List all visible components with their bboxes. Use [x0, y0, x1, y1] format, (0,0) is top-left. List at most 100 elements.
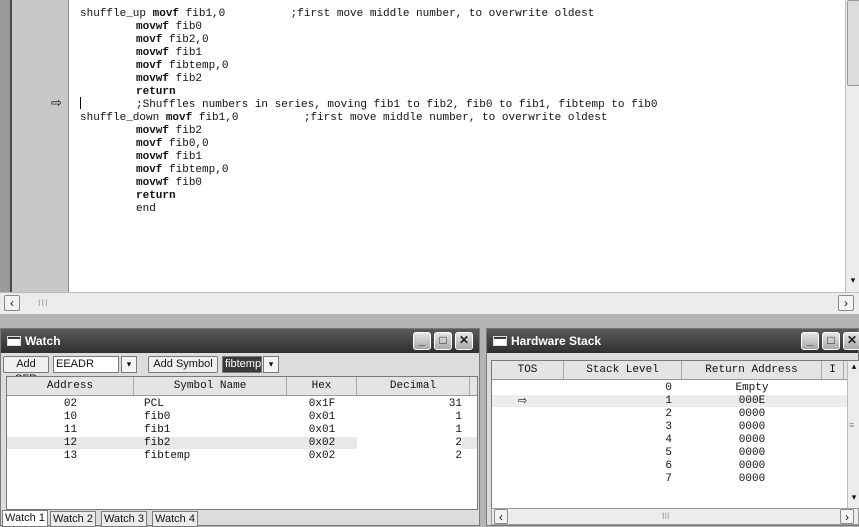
- cell-stack-level: 2: [665, 408, 672, 420]
- watch-title-bar[interactable]: Watch _ □ ✕: [1, 329, 479, 353]
- editor-vertical-scrollbar[interactable]: ▾: [845, 0, 859, 292]
- code-operands: fib0: [175, 21, 203, 33]
- code-opcode: movwf: [136, 73, 170, 85]
- scroll-up-icon[interactable]: ▴: [848, 362, 859, 374]
- sfr-dropdown-icon[interactable]: ▾: [121, 356, 137, 373]
- column-address[interactable]: Address: [7, 377, 134, 395]
- code-line[interactable]: ;Shuffles numbers in series, moving fib1…: [80, 99, 658, 111]
- code-line[interactable]: movwf fib2: [80, 73, 202, 85]
- code-operands: fib0,0: [169, 138, 209, 150]
- scroll-grip-icon[interactable]: ≡: [849, 421, 854, 431]
- scroll-left-icon[interactable]: ‹: [494, 509, 508, 524]
- tab-watch-3[interactable]: Watch 3: [101, 511, 147, 527]
- table-row[interactable]: 5 0000: [492, 447, 847, 459]
- scroll-right-icon[interactable]: ›: [840, 509, 854, 524]
- code-opcode: movf: [136, 34, 163, 46]
- cell-symbol: PCL: [144, 398, 164, 410]
- editor-horizontal-scrollbar[interactable]: ‹ III ›: [0, 292, 859, 314]
- column-decimal[interactable]: Decimal: [357, 377, 470, 395]
- code-line[interactable]: return: [80, 86, 182, 98]
- cell-stack-level: 6: [665, 460, 672, 472]
- table-row[interactable]: ⇨ 1 000E: [492, 395, 847, 407]
- code-opcode: return: [136, 190, 176, 202]
- scroll-left-icon[interactable]: ‹: [4, 295, 20, 311]
- scroll-right-icon[interactable]: ›: [838, 295, 854, 311]
- watch-table[interactable]: Address Symbol Name Hex Decimal 02 PCL 0x1…: [6, 376, 478, 510]
- maximize-button[interactable]: □: [434, 332, 452, 350]
- editor-gutter[interactable]: [12, 0, 69, 292]
- table-row[interactable]: 10 fib0 0x01 1: [7, 411, 477, 423]
- cell-hex: 0x01: [308, 411, 336, 423]
- code-line[interactable]: movwf fib2: [80, 125, 202, 137]
- code-line[interactable]: movf fibtemp,0: [80, 60, 228, 72]
- code-line[interactable]: movwf fib0: [80, 21, 202, 33]
- table-row[interactable]: 11 fib1 0x01 1: [7, 424, 477, 436]
- code-line[interactable]: movwf fib0: [80, 177, 202, 189]
- cell-return-address: 0000: [738, 408, 766, 420]
- code-editor[interactable]: ⇨ shuffle_up movf fib1,0 ;first move midd…: [0, 0, 859, 314]
- vertical-scroll-thumb[interactable]: [847, 0, 859, 86]
- table-row[interactable]: 0 Empty: [492, 382, 847, 394]
- close-button[interactable]: ✕: [843, 332, 859, 350]
- column-hex[interactable]: Hex: [287, 377, 357, 395]
- column-tos[interactable]: TOS: [492, 361, 564, 379]
- tab-watch-1[interactable]: Watch 1: [2, 510, 48, 527]
- editor-frame-edge: [0, 0, 10, 292]
- scroll-grip-icon[interactable]: III: [662, 511, 670, 521]
- code-operands: fib1: [175, 151, 203, 163]
- table-row[interactable]: 3 0000: [492, 421, 847, 433]
- stack-vertical-scrollbar[interactable]: ▴ ≡ ▾: [847, 361, 859, 508]
- code-line[interactable]: shuffle_up movf fib1,0 ;first move middle…: [80, 8, 594, 20]
- column-symbol-name[interactable]: Symbol Name: [134, 377, 287, 395]
- table-row[interactable]: 2 0000: [492, 408, 847, 420]
- cell-symbol: fib0: [144, 411, 171, 423]
- symbol-dropdown-icon[interactable]: ▾: [263, 356, 279, 373]
- cell-address: 02: [63, 398, 78, 410]
- code-operands: end: [136, 203, 156, 215]
- code-operands: fib1: [175, 47, 203, 59]
- tab-watch-2[interactable]: Watch 2: [50, 511, 96, 527]
- stack-horizontal-scrollbar[interactable]: ‹ III ›: [491, 508, 859, 525]
- cell-symbol: fib1: [144, 424, 171, 436]
- code-line[interactable]: movf fibtemp,0: [80, 164, 228, 176]
- code-line[interactable]: shuffle_down movf fib1,0 ;first move midd…: [80, 112, 608, 124]
- column-stack-level[interactable]: Stack Level: [564, 361, 682, 379]
- cell-return-address: 0000: [738, 447, 766, 459]
- column-more[interactable]: I: [822, 361, 844, 379]
- table-row[interactable]: 4 0000: [492, 434, 847, 446]
- code-line[interactable]: movwf fib1: [80, 47, 202, 59]
- add-symbol-button[interactable]: Add Symbol: [148, 356, 218, 373]
- code-line[interactable]: movf fib0,0: [80, 138, 209, 150]
- table-row[interactable]: 13 fibtemp 0x02 2: [7, 450, 477, 462]
- code-line[interactable]: end: [80, 203, 156, 215]
- table-row[interactable]: 6 0000: [492, 460, 847, 472]
- scroll-down-icon[interactable]: ▾: [848, 493, 859, 505]
- stack-title-bar[interactable]: Hardware Stack _ □ ✕: [487, 329, 859, 353]
- minimize-button[interactable]: _: [413, 332, 431, 350]
- close-button[interactable]: ✕: [455, 332, 473, 350]
- table-row[interactable]: 7 0000: [492, 473, 847, 485]
- sfr-select[interactable]: EEADR: [53, 356, 119, 373]
- cell-hex: 0x02: [308, 437, 336, 449]
- code-opcode: movf: [136, 60, 163, 72]
- column-return-address[interactable]: Return Address: [682, 361, 822, 379]
- code-line[interactable]: return: [80, 190, 182, 202]
- add-sfr-button[interactable]: Add SFR: [3, 356, 49, 385]
- stack-table[interactable]: TOS Stack Level Return Address I 0 Empty ⇨…: [491, 360, 859, 509]
- maximize-button[interactable]: □: [822, 332, 840, 350]
- symbol-select[interactable]: fibtemp: [222, 356, 262, 373]
- code-line[interactable]: movwf fib1: [80, 151, 202, 163]
- table-row[interactable]: 12 fib2 0x02 2: [7, 437, 477, 449]
- code-opcode: movwf: [136, 177, 170, 189]
- code-line[interactable]: movf fib2,0: [80, 34, 209, 46]
- tab-watch-4[interactable]: Watch 4: [152, 511, 198, 527]
- cell-decimal: 2: [357, 437, 462, 449]
- cell-hex: 0x02: [308, 450, 336, 462]
- minimize-button[interactable]: _: [801, 332, 819, 350]
- scroll-down-icon[interactable]: ▾: [847, 274, 859, 287]
- table-row[interactable]: 02 PCL 0x1F 31: [7, 398, 477, 410]
- scroll-grip-icon[interactable]: III: [38, 298, 49, 308]
- code-opcode: movwf: [136, 21, 170, 33]
